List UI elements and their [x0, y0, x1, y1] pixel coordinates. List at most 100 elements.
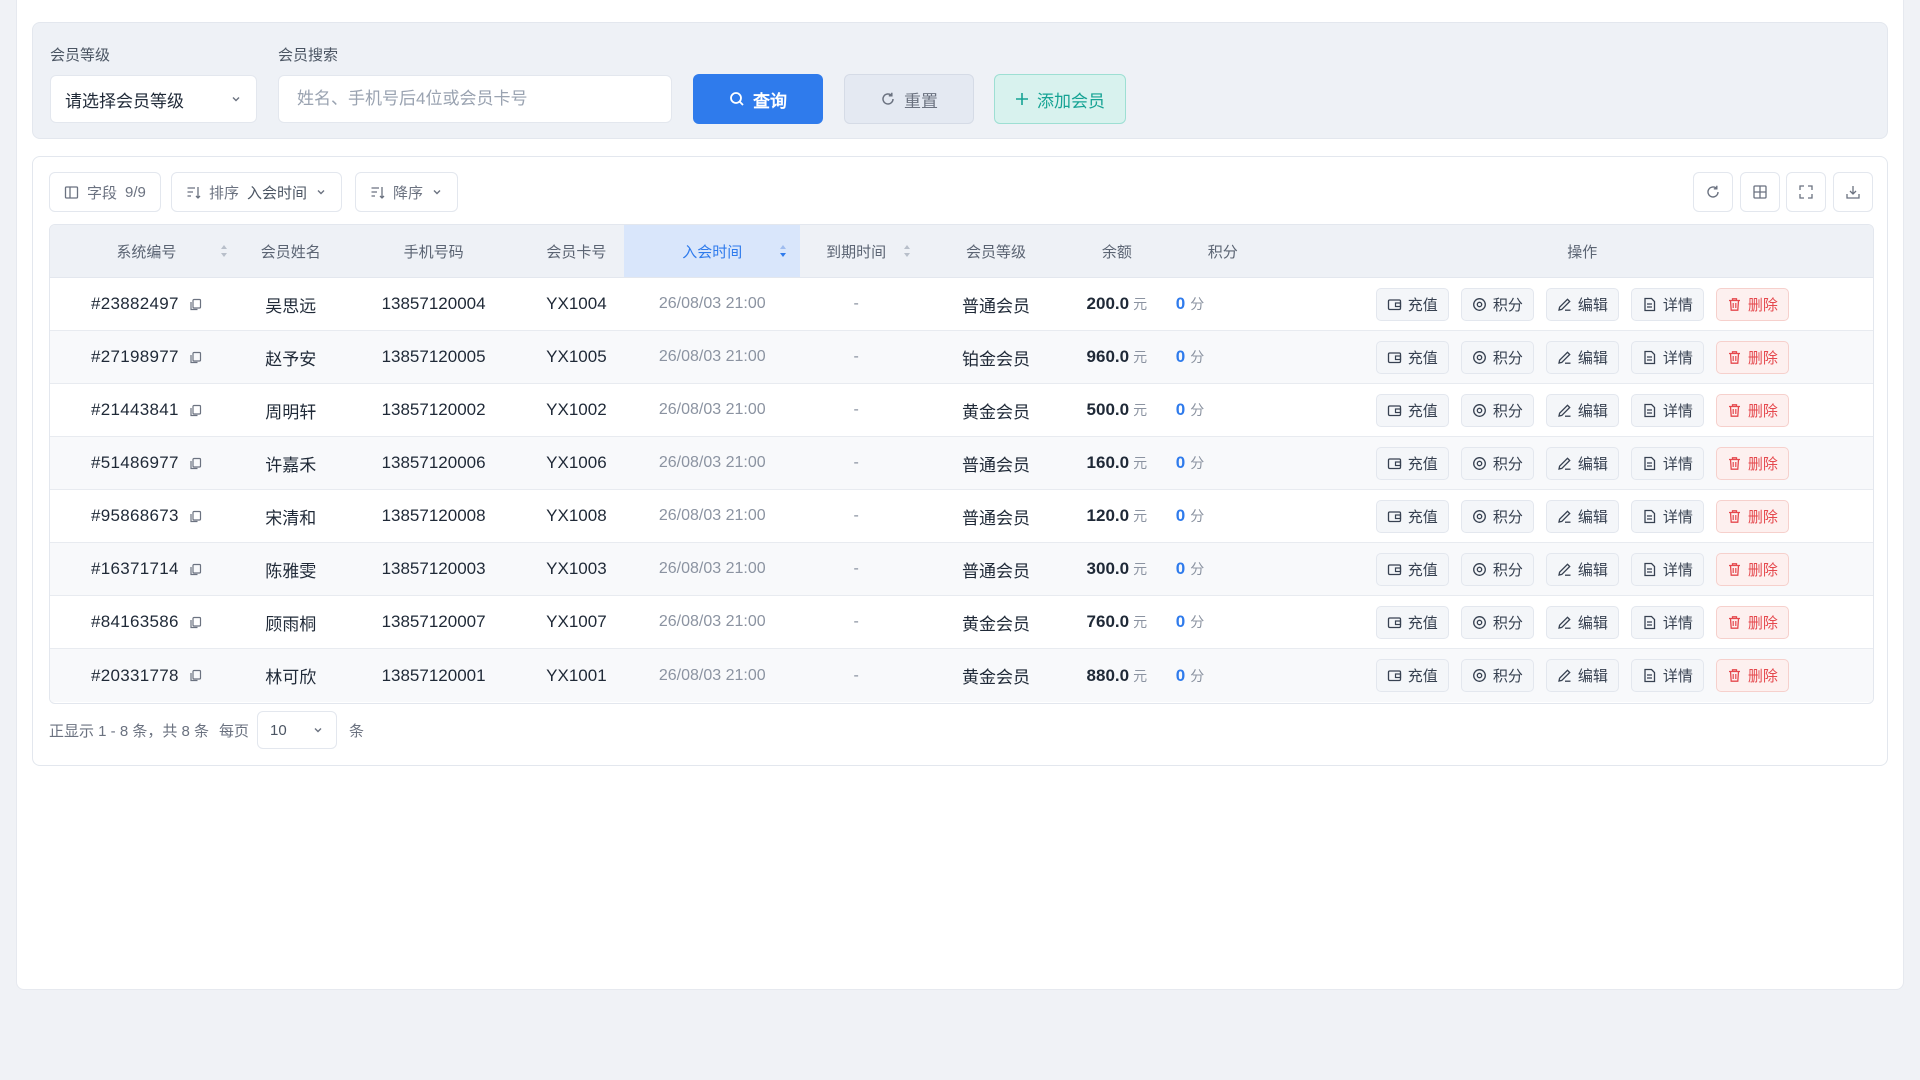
sort-field-button[interactable]: 排序 入会时间 [171, 172, 343, 212]
trash-icon [1727, 297, 1742, 312]
detail-button[interactable]: 详情 [1630, 552, 1704, 586]
fullscreen-button[interactable] [1786, 172, 1826, 212]
copy-icon[interactable] [189, 298, 202, 311]
detail-button[interactable]: 详情 [1630, 659, 1704, 692]
recharge-button[interactable]: 充值 [1375, 499, 1449, 533]
density-button[interactable] [1740, 172, 1780, 212]
detail-button[interactable]: 详情 [1630, 499, 1704, 533]
document-icon [1642, 562, 1657, 577]
copy-icon[interactable] [189, 510, 202, 523]
sort-toggle-icon [219, 243, 229, 259]
cell-points: 0分 [1175, 294, 1205, 313]
cell-level: 普通会员 [961, 455, 1030, 475]
table-row: #16371714 陈雅雯 13857120003 YX1003 26/08/0… [50, 543, 1873, 596]
per-page-value: 10 [270, 721, 287, 739]
target-icon [1472, 297, 1487, 312]
fields-button[interactable]: 字段 9/9 [49, 172, 161, 212]
wallet-icon [1387, 456, 1402, 471]
filter-bar: 会员等级 会员搜索 请选择会员等级 查询 重置 添加会员 [32, 22, 1888, 139]
reset-button[interactable]: 重置 [844, 74, 974, 124]
delete-button[interactable]: 删除 [1715, 605, 1789, 639]
copy-icon[interactable] [189, 404, 202, 417]
edit-button[interactable]: 编辑 [1545, 287, 1619, 321]
cell-phone: 13857120007 [381, 612, 486, 631]
download-icon [1845, 184, 1861, 200]
trash-icon [1727, 350, 1742, 365]
points-button[interactable]: 积分 [1460, 340, 1534, 374]
cell-phone: 13857120004 [381, 294, 486, 313]
search-input[interactable] [278, 75, 672, 123]
delete-button[interactable]: 删除 [1715, 552, 1789, 586]
export-button[interactable] [1833, 172, 1873, 212]
edit-button[interactable]: 编辑 [1545, 552, 1619, 586]
plus-icon [1015, 92, 1029, 106]
edit-button[interactable]: 编辑 [1545, 659, 1619, 692]
refresh-icon [880, 91, 896, 107]
edit-button[interactable]: 编辑 [1545, 446, 1619, 480]
delete-button[interactable]: 删除 [1715, 446, 1789, 480]
cell-card: YX1003 [546, 559, 607, 578]
sort-field-value: 入会时间 [247, 184, 308, 202]
cell-balance: 300.0 元 [1086, 559, 1148, 578]
detail-button[interactable]: 详情 [1630, 393, 1704, 427]
document-icon [1642, 509, 1657, 524]
recharge-button[interactable]: 充值 [1375, 552, 1449, 586]
points-button[interactable]: 积分 [1460, 605, 1534, 639]
points-button[interactable]: 积分 [1460, 552, 1534, 586]
edit-icon [1557, 297, 1572, 312]
delete-button[interactable]: 删除 [1715, 287, 1789, 321]
copy-icon[interactable] [189, 669, 202, 682]
per-page-label: 每页 [219, 722, 250, 740]
reload-button[interactable] [1693, 172, 1733, 212]
chevron-down-icon [431, 186, 443, 198]
edit-button[interactable]: 编辑 [1545, 393, 1619, 427]
add-member-button[interactable]: 添加会员 [994, 74, 1126, 124]
sort-desc-active-icon [778, 243, 788, 259]
recharge-button[interactable]: 充值 [1375, 287, 1449, 321]
cell-name: 赵予安 [265, 349, 317, 369]
recharge-button[interactable]: 充值 [1375, 340, 1449, 374]
copy-icon[interactable] [189, 616, 202, 629]
column-header-expire-time[interactable]: 到期时间 [800, 225, 912, 277]
cell-actions: 充值 积分 编辑 详情 删除 [1292, 596, 1873, 648]
edit-button[interactable]: 编辑 [1545, 605, 1619, 639]
delete-button[interactable]: 删除 [1715, 340, 1789, 374]
copy-icon[interactable] [189, 351, 202, 364]
sort-order-button[interactable]: 降序 [355, 172, 459, 212]
edit-button[interactable]: 编辑 [1545, 340, 1619, 374]
points-button[interactable]: 积分 [1460, 659, 1534, 692]
cell-join-time: 26/08/03 21:00 [658, 454, 766, 471]
delete-button[interactable]: 删除 [1715, 659, 1789, 692]
query-button[interactable]: 查询 [693, 74, 823, 124]
recharge-button[interactable]: 充值 [1375, 393, 1449, 427]
document-icon [1642, 668, 1657, 683]
edit-button[interactable]: 编辑 [1545, 499, 1619, 533]
delete-button[interactable]: 删除 [1715, 499, 1789, 533]
per-page-select[interactable]: 10 [257, 711, 338, 749]
detail-button[interactable]: 详情 [1630, 287, 1704, 321]
recharge-button[interactable]: 充值 [1375, 659, 1449, 692]
delete-button[interactable]: 删除 [1715, 393, 1789, 427]
recharge-button[interactable]: 充值 [1375, 446, 1449, 480]
reset-button-label: 重置 [904, 91, 938, 111]
points-button[interactable]: 积分 [1460, 499, 1534, 533]
points-button[interactable]: 积分 [1460, 446, 1534, 480]
detail-button[interactable]: 详情 [1630, 446, 1704, 480]
member-table: 系统编号 会员姓名 手机号码 会员卡号 入会时间 到期时间 会员等级 余额 积分… [49, 224, 1874, 704]
column-header-system-id[interactable]: 系统编号 [50, 225, 243, 277]
points-button[interactable]: 积分 [1460, 393, 1534, 427]
recharge-button[interactable]: 充值 [1375, 605, 1449, 639]
detail-button[interactable]: 详情 [1630, 340, 1704, 374]
points-button[interactable]: 积分 [1460, 287, 1534, 321]
column-header-join-time[interactable]: 入会时间 [624, 225, 801, 277]
copy-icon[interactable] [189, 563, 202, 576]
edit-icon [1557, 456, 1572, 471]
cell-actions: 充值 积分 编辑 详情 删除 [1292, 384, 1873, 436]
wallet-icon [1387, 615, 1402, 630]
cell-balance: 500.0 元 [1086, 400, 1148, 419]
level-select[interactable]: 请选择会员等级 [50, 75, 257, 123]
detail-button[interactable]: 详情 [1630, 605, 1704, 639]
cell-expire-time: - [853, 295, 859, 312]
cell-expire-time: - [853, 613, 859, 630]
copy-icon[interactable] [189, 457, 202, 470]
